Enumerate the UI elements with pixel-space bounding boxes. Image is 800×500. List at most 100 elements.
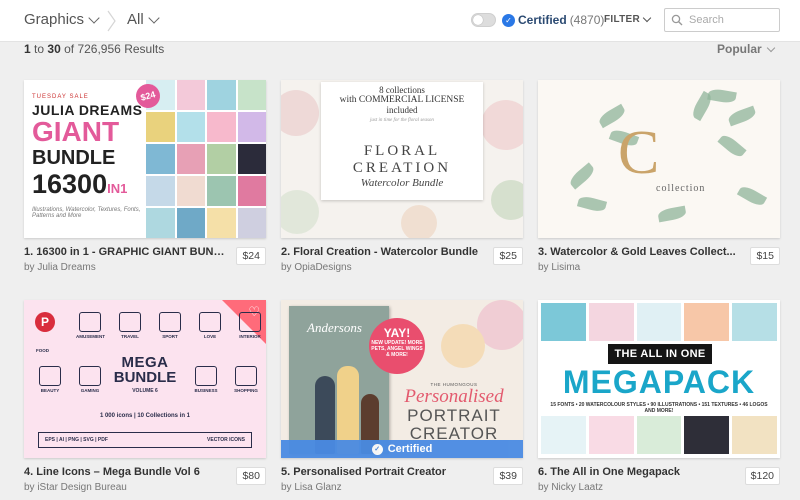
price-button[interactable]: $15 [750,247,780,265]
product-author[interactable]: by OpiaDesigns [281,262,352,273]
flower-decoration [281,190,319,234]
thumb-vector-label: VECTOR ICONS [207,437,245,443]
leaf-decoration [736,183,768,209]
leaf-decoration [576,194,608,214]
product-thumbnail[interactable]: ♡ P AMUSEMENT TRAVEL SPORT LOVE INTERIOR… [24,300,266,458]
thumb-word: collection [656,183,706,194]
icon-label: BEAUTY [40,388,60,393]
product-title[interactable]: 3. Watercolor & Gold Leaves Collect... [538,246,743,258]
badge-headline: YAY! [383,326,411,340]
subcategory-dropdown[interactable]: All [127,11,160,28]
product-title[interactable]: 4. Line Icons – Mega Bundle Vol 6 [24,466,229,478]
search-icon [671,14,683,26]
sort-dropdown[interactable]: Popular [717,42,775,56]
chevron-down-icon [88,11,100,24]
certified-toggle[interactable] [471,13,496,27]
breadcrumb-separator-icon [107,10,116,32]
product-thumbnail[interactable]: 8 collections with COMMERCIAL LICENSE in… [281,80,523,238]
leaf-decoration [726,105,758,127]
search-input[interactable] [689,14,773,26]
love-icon [199,312,221,332]
chevron-down-icon [766,43,775,52]
thumbnail-text: TUESDAY SALE JULIA DREAMS GIANT BUNDLE 1… [32,94,156,219]
mega-bundle-title: MEGA BUNDLE VOLUME 6 [104,355,186,394]
thumb-line: MEGA [121,354,169,371]
category-dropdown[interactable]: Graphics [24,11,100,28]
icon-tile: SPORT [156,312,184,339]
icon-label: SHOPPING [234,388,258,393]
results-start: 1 [24,42,31,56]
product-thumbnail[interactable]: Andersons YAY! NEW UPDATE! MORE PETS, AN… [281,300,523,458]
top-bar: Graphics All ✓ Certified (4870) FILTER [0,0,800,42]
chevron-down-icon [642,13,652,23]
product-author[interactable]: by Lisima [538,262,580,273]
gaming-icon [79,366,101,386]
thumb-number-suffix: IN1 [107,181,128,196]
thumb-number: 16300 [32,169,108,199]
thumb-line: FLORAL [363,143,441,159]
update-badge: YAY! NEW UPDATE! MORE PETS, ANGEL WINGS … [369,318,425,374]
product-author[interactable]: by Lisa Glanz [281,482,342,493]
product-title[interactable]: 6. The All in One Megapack [538,466,743,478]
icon-row: BUSINESS SHOPPING [192,366,260,393]
icon-row: AMUSEMENT TRAVEL SPORT LOVE INTERIOR [36,312,264,339]
product-thumbnail[interactable]: THE ALL IN ONE MEGAPACK 15 FONTS • 20 WA… [538,300,780,458]
filter-label: FILTER [604,14,641,25]
flower-decoration [281,90,319,136]
shopping-icon [235,366,257,386]
thumb-line: included [386,105,418,115]
icon-label: INTERIOR [239,334,261,339]
product-thumbnail[interactable]: C collection [538,80,780,238]
search-box[interactable] [664,8,780,32]
icon-label: LOVE [203,334,217,339]
icon-label: BUSINESS [194,388,218,393]
leaf-decoration [717,132,747,160]
icon-tile: AMUSEMENT [76,312,105,339]
thumb-line: BUNDLE [32,147,116,169]
sort-label: Popular [717,42,762,56]
certified-badge-icon: ✓ [371,443,383,455]
price-button[interactable]: $120 [744,467,780,485]
thumbnail-mosaic [146,80,266,238]
thumb-bottom-strip [538,416,780,454]
chevron-down-icon [148,11,160,24]
product-author[interactable]: by iStar Design Bureau [24,482,127,493]
flower-decoration [401,205,437,238]
product-author[interactable]: by Nicky Laatz [538,482,603,493]
results-end: 30 [47,42,61,56]
results-to-word: to [34,42,45,56]
price-button[interactable]: $39 [493,467,523,485]
icon-label: AMUSEMENT [76,334,105,339]
filter-button[interactable]: FILTER [604,13,652,25]
leaf-decoration [657,205,687,223]
product-author[interactable]: by Julia Dreams [24,262,96,273]
product-title[interactable]: 2. Floral Creation - Watercolor Bundle [281,246,486,258]
thumb-banner: THE ALL IN ONE [608,344,712,364]
thumbnail-title-box: 8 collections with COMMERCIAL LICENSE in… [321,82,483,200]
price-button[interactable]: $80 [236,467,266,485]
results-total: 726,956 [77,42,121,56]
icon-label: FOOD [36,348,49,353]
travel-icon [119,312,141,332]
book-name: Andersons [307,320,362,335]
certified-overlay: ✓ Certified [281,440,523,458]
product-thumbnail[interactable]: TUESDAY SALE JULIA DREAMS GIANT BUNDLE 1… [24,80,266,238]
product-title[interactable]: 1. 16300 in 1 - GRAPHIC GIANT BUND... [24,246,229,258]
icon-tile: INTERIOR [236,312,264,339]
badge-subline: NEW UPDATE! MORE PETS, ANGEL WINGS & MOR… [371,340,423,358]
certified-filter[interactable]: ✓ Certified (4870) [502,13,604,27]
price-button[interactable]: $24 [236,247,266,265]
product-title[interactable]: 5. Personalised Portrait Creator [281,466,486,478]
thumb-line: PORTRAIT [407,406,501,425]
thumb-line: VOLUME 6 [132,388,158,394]
certified-badge-icon: ✓ [502,13,515,27]
flower-decoration [481,100,523,150]
category-label: Graphics [24,11,85,28]
certified-count: (4870) [569,13,605,27]
certified-label: Certified [518,13,567,27]
flower-decoration [491,180,523,220]
icon-label: SPORT [162,334,178,339]
price-button[interactable]: $25 [493,247,523,265]
thumb-line: Personalised [404,386,504,407]
icon-tile: SHOPPING [232,366,260,393]
